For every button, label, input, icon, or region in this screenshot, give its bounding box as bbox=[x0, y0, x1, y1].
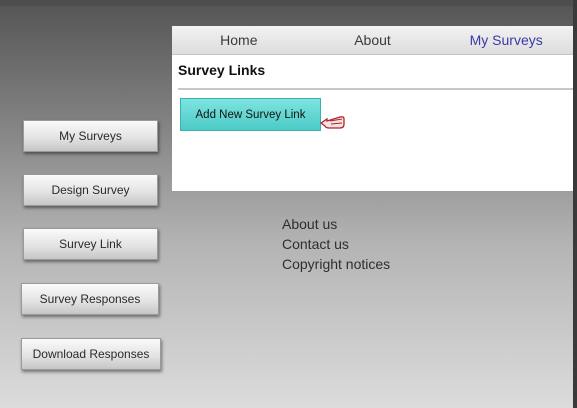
sidebar-item-label: Survey Link bbox=[59, 237, 122, 251]
sidebar-item-design-survey[interactable]: Design Survey bbox=[23, 174, 158, 206]
sidebar-item-survey-link[interactable]: Survey Link bbox=[23, 228, 158, 260]
sidebar-item-download-responses[interactable]: Download Responses bbox=[21, 338, 161, 370]
sidebar-item-label: My Surveys bbox=[59, 129, 122, 143]
hand-pointer-icon bbox=[320, 116, 345, 129]
sidebar-item-survey-responses[interactable]: Survey Responses bbox=[21, 283, 159, 315]
nav-tab-home[interactable]: Home bbox=[172, 26, 306, 54]
sidebar-item-label: Survey Responses bbox=[39, 292, 141, 306]
page-title: Survey Links bbox=[178, 62, 266, 78]
sidebar-item-label: Download Responses bbox=[32, 347, 150, 361]
footer-link-contact-us[interactable]: Contact us bbox=[282, 234, 390, 254]
nav-tab-my-surveys[interactable]: My Surveys bbox=[439, 26, 573, 54]
title-divider bbox=[178, 88, 573, 90]
right-border bbox=[573, 0, 577, 408]
nav-tab-about[interactable]: About bbox=[306, 26, 440, 54]
top-border bbox=[0, 0, 577, 6]
sidebar-item-label: Design Survey bbox=[51, 183, 130, 197]
add-new-survey-link-label: Add New Survey Link bbox=[195, 108, 306, 121]
top-nav-bar: Home About My Surveys bbox=[172, 26, 573, 55]
main-panel: Home About My Surveys Survey Links Add N… bbox=[172, 26, 573, 191]
footer-links: About us Contact us Copyright notices bbox=[282, 214, 390, 274]
footer-link-about-us[interactable]: About us bbox=[282, 214, 390, 234]
footer-link-copyright[interactable]: Copyright notices bbox=[282, 254, 390, 274]
sidebar-item-my-surveys[interactable]: My Surveys bbox=[23, 120, 158, 152]
add-new-survey-link-button[interactable]: Add New Survey Link bbox=[180, 98, 321, 131]
